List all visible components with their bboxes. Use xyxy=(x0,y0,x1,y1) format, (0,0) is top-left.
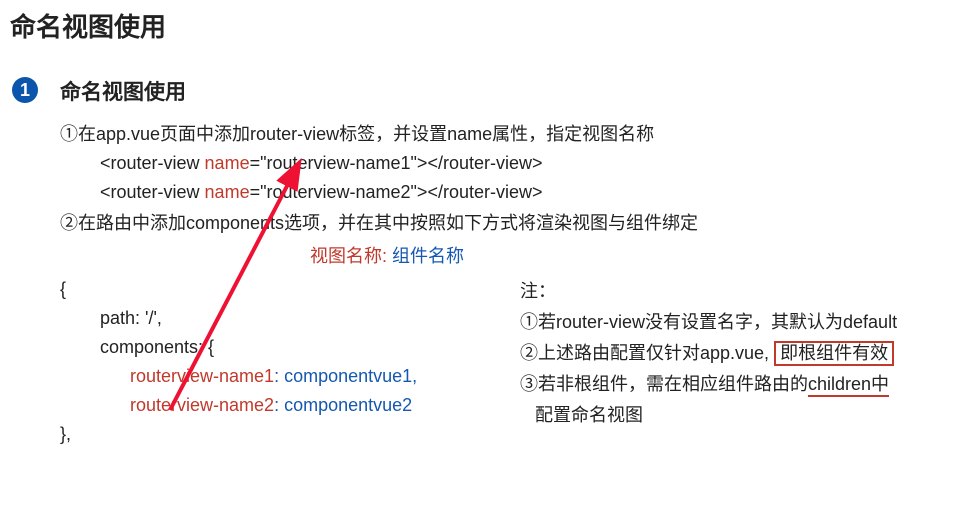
step2-intro: ②在路由中添加components选项，并在其中按照如下方式将渲染视图与组件绑定 xyxy=(60,210,976,237)
hint-line: 视图名称: 组件名称 xyxy=(60,243,976,270)
section-title: 命名视图使用 xyxy=(60,77,976,109)
rv2-attr: name xyxy=(205,182,250,202)
rv1-close: </router-view> xyxy=(427,153,542,173)
step1-intro: ①在app.vue页面中添加router-view标签，并设置name属性，指定… xyxy=(60,121,976,148)
notes-wrap: { path: '/', components: { routerview-na… xyxy=(60,274,976,450)
code-l4: }, xyxy=(60,421,480,448)
code-k2: routerview-name2 xyxy=(130,395,274,415)
note-3: ③若非根组件，需在相应组件路由的children中 xyxy=(520,371,976,398)
code-block: { path: '/', components: { routerview-na… xyxy=(60,274,480,450)
section-bullet: 1 xyxy=(12,77,38,103)
notes-title: 注： xyxy=(520,278,976,305)
router-view-line-1: <router-view name="routerview-name1"></r… xyxy=(60,150,976,177)
notes-block: 注： ①若router-view没有设置名字，其默认为default ②上述路由… xyxy=(520,274,976,433)
rv1-open: <router-view xyxy=(100,153,205,173)
note-1: ①若router-view没有设置名字，其默认为default xyxy=(520,309,976,336)
rv2-val: ="routerview-name2"> xyxy=(250,182,428,202)
note-2: ②上述路由配置仅针对app.vue, 即根组件有效 xyxy=(520,340,976,367)
rv1-val: ="routerview-name1"> xyxy=(250,153,428,173)
section-1: 1 命名视图使用 ①在app.vue页面中添加router-view标签，并设置… xyxy=(0,77,976,450)
code-kv1: routerview-name1: componentvue1, xyxy=(60,363,480,390)
rv2-close: </router-view> xyxy=(427,182,542,202)
hint-view-name: 视图名称: xyxy=(310,246,387,266)
page-title: 命名视图使用 xyxy=(0,0,976,47)
code-k1: routerview-name1 xyxy=(130,366,274,386)
code-kv2: routerview-name2: componentvue2 xyxy=(60,392,480,419)
note-4: 配置命名视图 xyxy=(520,402,976,429)
note-3-underline: children中 xyxy=(808,374,889,397)
note-2-pre: ②上述路由配置仅针对app.vue, xyxy=(520,343,769,363)
note-2-box: 即根组件有效 xyxy=(774,341,894,367)
rv1-attr: name xyxy=(205,153,250,173)
hint-comp-name: 组件名称 xyxy=(387,246,464,266)
code-v2: : componentvue2 xyxy=(274,395,412,415)
code-v1: : componentvue1, xyxy=(274,366,417,386)
router-view-line-2: <router-view name="routerview-name2"></r… xyxy=(60,179,976,206)
code-l1: { xyxy=(60,276,480,303)
note-3-pre: ③若非根组件，需在相应组件路由的 xyxy=(520,374,808,394)
code-l2: path: '/', xyxy=(60,305,480,332)
code-l3: components: { xyxy=(60,334,480,361)
rv2-open: <router-view xyxy=(100,182,205,202)
